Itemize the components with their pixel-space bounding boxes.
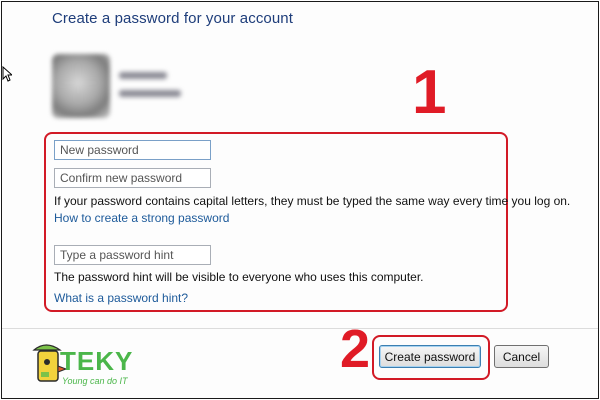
strong-password-link[interactable]: How to create a strong password bbox=[54, 211, 229, 225]
create-password-button[interactable]: Create password bbox=[379, 345, 481, 368]
teky-brand-text: TEKY bbox=[60, 346, 134, 376]
password-hint-input[interactable] bbox=[54, 245, 211, 265]
annotation-step-2: 2 bbox=[340, 319, 371, 379]
new-password-input[interactable] bbox=[54, 140, 211, 160]
password-hint-link[interactable]: What is a password hint? bbox=[54, 291, 188, 305]
mouse-cursor-icon bbox=[2, 66, 12, 82]
account-name-blurred bbox=[119, 72, 167, 79]
page-title: Create a password for your account bbox=[52, 10, 294, 27]
user-accounts-window: Create a password for your account 1 If … bbox=[1, 1, 599, 399]
cancel-button[interactable]: Cancel bbox=[494, 345, 549, 368]
account-role-blurred bbox=[119, 90, 181, 97]
capital-letters-note: If your password contains capital letter… bbox=[54, 194, 571, 208]
hint-visibility-note: The password hint will be visible to eve… bbox=[54, 270, 424, 284]
teky-tagline: Young can do IT bbox=[62, 376, 128, 386]
confirm-password-input[interactable] bbox=[54, 168, 211, 188]
footer-divider bbox=[2, 328, 598, 329]
annotation-step-1: 1 bbox=[412, 58, 447, 127]
account-picture bbox=[52, 54, 110, 118]
